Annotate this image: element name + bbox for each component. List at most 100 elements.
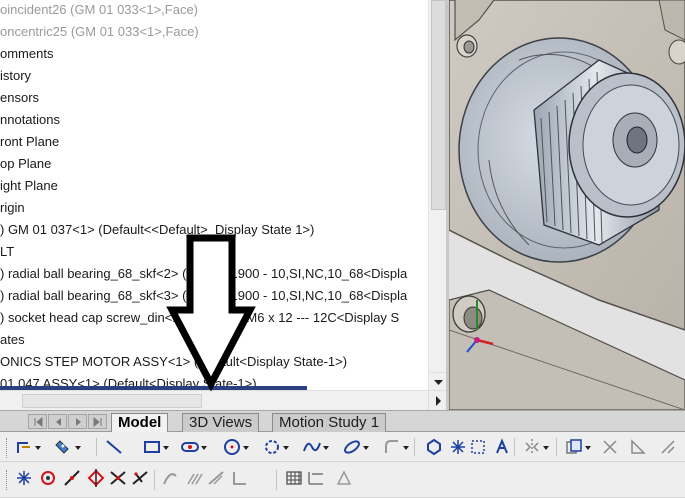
midpoint-line-button[interactable] <box>62 468 82 488</box>
chevron-down-icon <box>75 446 81 450</box>
toolbar-grip[interactable] <box>6 438 9 458</box>
polygon-icon <box>427 438 441 456</box>
point-button[interactable] <box>448 437 468 457</box>
tree-item[interactable]: oncentric25 (GM 01 033<1>,Face) <box>0 21 199 43</box>
dropdown-button[interactable] <box>200 437 208 457</box>
sketch-toolbar-bottom <box>0 462 685 498</box>
dropdown-button[interactable] <box>362 437 370 457</box>
circle-button[interactable] <box>222 437 242 457</box>
diamond-point-button[interactable] <box>86 468 106 488</box>
ellipse-button[interactable] <box>342 437 362 457</box>
toolbar-separator <box>276 470 277 490</box>
vertical-scrollbar-thumb[interactable] <box>431 0 446 210</box>
tree-item[interactable]: istory <box>0 65 31 87</box>
vertical-scrollbar[interactable] <box>428 0 447 390</box>
previous-tab-button[interactable] <box>48 414 67 429</box>
feature-tree-list[interactable]: oincident26 (GM 01 033<1>,Face) oncentric… <box>0 0 428 390</box>
tab-model[interactable]: Model <box>111 413 169 432</box>
mirror-icon <box>525 439 539 455</box>
cad-model-render <box>449 0 685 410</box>
tree-item[interactable]: ront Plane <box>0 131 59 153</box>
tangent-icon <box>132 471 148 485</box>
text-button[interactable] <box>492 437 512 457</box>
chart-icon <box>308 472 323 485</box>
dropdown-button[interactable] <box>242 437 250 457</box>
chevron-down-icon <box>363 446 369 450</box>
tree-item[interactable]: ) socket head cap screw_din<1> (DIN 912 … <box>0 307 399 329</box>
parallel-icon <box>163 473 177 485</box>
center-point-button[interactable] <box>38 468 58 488</box>
coincident-button[interactable] <box>206 468 226 488</box>
dropdown-button[interactable] <box>162 437 170 457</box>
dropdown-button[interactable] <box>542 437 550 457</box>
scroll-right-button[interactable] <box>428 391 447 410</box>
perpendicular-button[interactable] <box>184 468 204 488</box>
dropdown-button[interactable] <box>322 437 330 457</box>
chart-button[interactable] <box>306 468 326 488</box>
trim-button[interactable] <box>600 437 620 457</box>
tree-item[interactable]: ates <box>0 329 25 351</box>
slot-button[interactable] <box>180 437 200 457</box>
grid-icon <box>286 471 302 485</box>
dropdown-button[interactable] <box>34 437 42 457</box>
tree-item[interactable]: op Plane <box>0 153 51 175</box>
horizontal-scrollbar[interactable] <box>0 390 447 410</box>
line-icon <box>106 440 122 454</box>
grid-button[interactable] <box>284 468 304 488</box>
corner-button[interactable] <box>230 468 250 488</box>
tree-item[interactable]: ) GM 01 037<1> (Default<<Default>_Displa… <box>0 219 314 241</box>
offset-button[interactable] <box>564 437 584 457</box>
fillet-button[interactable] <box>382 437 402 457</box>
tree-item[interactable]: ) radial ball bearing_68_skf<2> (SKF - 6… <box>0 263 407 285</box>
dropdown-button[interactable] <box>402 437 410 457</box>
chevron-down-icon <box>163 446 169 450</box>
feature-tree-pane[interactable]: oincident26 (GM 01 033<1>,Face) oncentric… <box>0 0 447 410</box>
tree-item[interactable]: ight Plane <box>0 175 58 197</box>
midpoint-line-icon <box>64 470 80 486</box>
dropdown-button[interactable] <box>282 437 290 457</box>
first-tab-button[interactable] <box>28 414 47 429</box>
chevron-right-icon <box>436 396 441 406</box>
tree-item[interactable]: rigin <box>0 197 25 219</box>
mirror-button[interactable] <box>522 437 542 457</box>
rectangle-button[interactable] <box>142 437 162 457</box>
tree-item[interactable]: nnotations <box>0 109 60 131</box>
scroll-down-button[interactable] <box>429 372 447 390</box>
tree-item[interactable]: LT <box>0 241 14 263</box>
next-tab-button[interactable] <box>68 414 87 429</box>
dropdown-button[interactable] <box>74 437 82 457</box>
construction-geometry-button[interactable] <box>468 437 488 457</box>
construction-geometry-icon <box>471 440 485 454</box>
horizontal-scrollbar-thumb[interactable] <box>22 394 202 408</box>
toolbar-grip[interactable] <box>6 470 9 490</box>
center-point-icon <box>41 471 55 485</box>
point-button[interactable] <box>14 468 34 488</box>
tree-item[interactable]: omments <box>0 43 53 65</box>
display-relations-button[interactable] <box>628 437 648 457</box>
tangent-button[interactable] <box>130 468 150 488</box>
graphics-viewport[interactable] <box>449 0 685 410</box>
ellipse-icon <box>344 440 360 454</box>
angle-button[interactable] <box>334 468 354 488</box>
repair-sketch-button[interactable] <box>658 437 678 457</box>
tree-item[interactable]: ONICS STEP MOTOR ASSY<1> (Default<Displa… <box>0 351 347 373</box>
chevron-down-icon <box>243 446 249 450</box>
arc-button[interactable] <box>262 437 282 457</box>
smart-dimension-button[interactable] <box>14 437 34 457</box>
tree-item[interactable]: ) radial ball bearing_68_skf<3> (SKF - 6… <box>0 285 407 307</box>
repair-sketch-icon <box>661 440 675 454</box>
last-tab-button[interactable] <box>88 414 107 429</box>
slot-icon <box>181 442 199 452</box>
tree-item[interactable]: oincident26 (GM 01 033<1>,Face) <box>0 0 198 21</box>
dimension-dropdown-button[interactable] <box>54 437 74 457</box>
tab-3d-views[interactable]: 3D Views <box>182 413 260 432</box>
dropdown-button[interactable] <box>584 437 592 457</box>
tree-item[interactable]: ensors <box>0 87 39 109</box>
polygon-button[interactable] <box>424 437 444 457</box>
spline-button[interactable] <box>302 437 322 457</box>
intersection-button[interactable] <box>108 468 128 488</box>
line-button[interactable] <box>104 437 124 457</box>
tab-motion-study-1[interactable]: Motion Study 1 <box>272 413 387 432</box>
dimension-dropdown-icon <box>55 440 69 454</box>
parallel-button[interactable] <box>160 468 180 488</box>
